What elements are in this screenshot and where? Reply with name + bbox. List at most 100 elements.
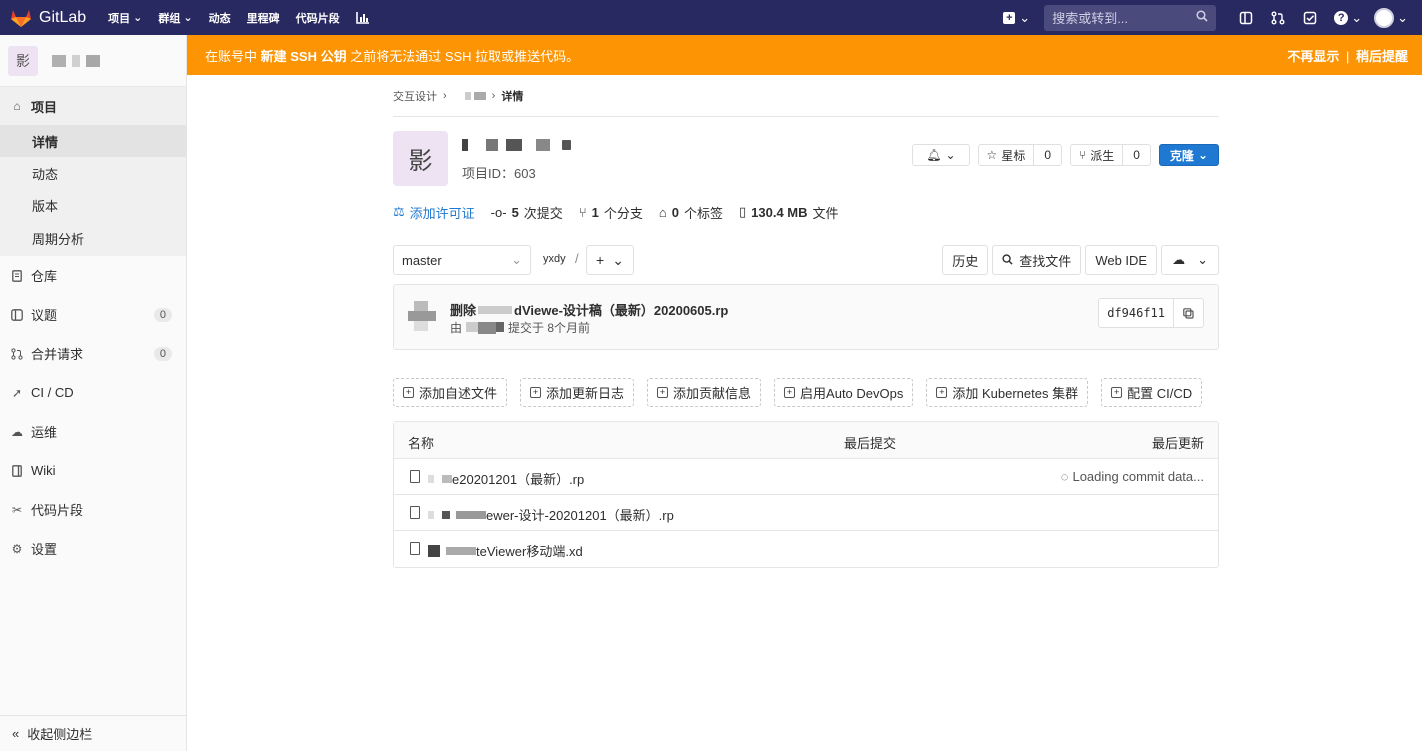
rocket-icon: ➚ xyxy=(11,385,23,400)
add-changelog-button[interactable]: + 添加更新日志 xyxy=(520,378,635,407)
chevron-down-icon: ⌄ xyxy=(1197,252,1208,267)
sidebar-item-settings[interactable]: ⚙ 设置 xyxy=(0,529,186,568)
plus-icon: + xyxy=(596,252,605,268)
alert-message: 在账号中 新建 SSH 公钥 之前将无法通过 SSH 拉取或推送代码。 xyxy=(205,46,579,65)
search-input[interactable]: 搜索或转到... xyxy=(1044,4,1217,31)
add-readme-button[interactable]: + 添加自述文件 xyxy=(393,378,508,407)
setup-ci-cd-button[interactable]: + 配置 CI/CD xyxy=(1101,378,1203,407)
scale-icon: ⚖ xyxy=(393,204,405,219)
commit-sha[interactable]: df946f11 xyxy=(1099,299,1173,327)
file-name-link[interactable]: e20201201（最新）.rp xyxy=(428,469,584,488)
table-row[interactable]: teViewer移动端.xd xyxy=(394,531,1218,567)
alert-actions: 不再显示 | 稍后提醒 xyxy=(1287,46,1408,65)
fork-button[interactable]: ⑂ 派生 0 xyxy=(1070,144,1151,166)
sidebar-item-label: 代码片段 xyxy=(31,503,84,518)
add-ssh-key-link[interactable]: 新建 SSH 公钥 xyxy=(261,49,347,64)
file-tree-table: 名称 最后提交 最后更新 e20201201（最新）.rp ◌ Loading c… xyxy=(393,421,1219,568)
commit-meta: 由 提交于 8个月前 xyxy=(450,319,590,336)
star-button[interactable]: ☆ 星标 0 xyxy=(977,144,1063,166)
breadcrumb-group[interactable]: 交互设计 xyxy=(393,88,437,104)
download-dropdown[interactable]: ☁ ⌄ xyxy=(1161,245,1219,275)
collapse-sidebar-button[interactable]: « 收起侧边栏 xyxy=(0,715,186,751)
branches-count: 1 xyxy=(591,204,599,220)
clone-dropdown[interactable]: 克隆 ⌄ xyxy=(1158,144,1219,166)
find-file-button[interactable]: 查找文件 xyxy=(992,245,1082,275)
commit-by-label: 由 xyxy=(450,321,463,335)
sidebar-subitem-activity[interactable]: 动态 xyxy=(0,157,186,189)
sidebar-item-label: 设置 xyxy=(31,542,58,557)
sidebar-item-repository[interactable]: 仓库 xyxy=(0,256,186,295)
nav-projects-label: 项目 xyxy=(108,12,131,25)
sidebar-subitem-cycle-analytics[interactable]: 周期分析 xyxy=(0,221,186,256)
clone-label: 克隆 xyxy=(1169,148,1194,163)
sidebar-toggle-icon[interactable] xyxy=(1238,10,1254,26)
path-root-link[interactable]: yxdy xyxy=(543,253,566,265)
doc-icon xyxy=(10,269,24,283)
sidebar-item-label: CI / CD xyxy=(31,385,74,400)
sidebar-item-label: 仓库 xyxy=(31,269,58,284)
fork-count[interactable]: 0 xyxy=(1122,145,1150,165)
web-ide-button[interactable]: Web IDE xyxy=(1085,245,1158,275)
dont-show-again-link[interactable]: 不再显示 xyxy=(1287,49,1339,64)
gitlab-logo[interactable]: GitLab xyxy=(10,8,86,28)
breadcrumb: 交互设计 › › 详情 xyxy=(393,75,1219,117)
chevron-down-icon: ⌄ xyxy=(511,252,522,267)
breadcrumb-project-redacted[interactable] xyxy=(464,91,486,100)
sidebar-item-ci-cd[interactable]: ➚ CI / CD xyxy=(0,373,186,412)
merge-icon xyxy=(10,347,24,361)
branch-selector[interactable]: master ⌄ xyxy=(393,245,531,275)
nav-projects[interactable]: 项目 ⌄ xyxy=(108,10,142,26)
sidebar-item-snippets[interactable]: ✂ 代码片段 xyxy=(0,490,186,529)
chevron-down-icon: ⌄ xyxy=(183,12,193,24)
help-menu[interactable]: ? ⌄ xyxy=(1334,10,1362,26)
issues-icon xyxy=(10,308,24,322)
commit-title[interactable]: 删除 dViewe-设计稿（最新）20200605.rp xyxy=(450,300,728,319)
sidebar-project-header[interactable]: 影 xyxy=(0,35,186,87)
add-to-tree-dropdown[interactable]: + ⌄ xyxy=(586,245,634,275)
remind-later-link[interactable]: 稍后提醒 xyxy=(1356,49,1408,64)
chevron-down-icon: ⌄ xyxy=(133,12,143,24)
quick-actions: + 添加自述文件 + 添加更新日志 + 添加贡献信息 + 启用Auto DevOps +… xyxy=(393,378,1219,407)
sidebar-section-project: ⌂ 项目 详情 动态 版本 周期分析 xyxy=(0,87,186,256)
gitlab-fox-icon xyxy=(11,9,31,27)
nav-snippets[interactable]: 代码片段 xyxy=(296,10,340,26)
star-icon: ☆ xyxy=(986,148,998,162)
plus-square-icon: + xyxy=(530,387,542,398)
new-item-button[interactable]: + ⌄ xyxy=(1003,10,1030,26)
merge-request-icon[interactable] xyxy=(1270,10,1286,26)
breadcrumb-current: 详情 xyxy=(501,90,524,103)
copy-icon[interactable] xyxy=(1173,299,1203,327)
sidebar-item-label: 议题 xyxy=(31,308,58,323)
sidebar-subitem-releases[interactable]: 版本 xyxy=(0,189,186,221)
file-name-link[interactable]: ewer-设计-20201201（最新）.rp xyxy=(428,505,674,524)
sidebar-item-merge-requests[interactable]: 合并请求 0 xyxy=(0,334,186,373)
download-cloud-icon: ☁ xyxy=(1172,252,1186,267)
book-icon xyxy=(10,464,24,478)
nav-groups[interactable]: 群组 ⌄ xyxy=(158,10,192,26)
nav-activity[interactable]: 动态 xyxy=(209,10,231,26)
tags-count: 0 xyxy=(671,204,679,220)
chart-icon[interactable] xyxy=(355,11,370,24)
commit-author-avatar-redacted[interactable] xyxy=(408,301,436,333)
enable-auto-devops-button[interactable]: + 启用Auto DevOps xyxy=(774,378,914,407)
user-menu[interactable]: ⌄ xyxy=(1374,7,1408,28)
commit-icon: -o- xyxy=(490,204,507,220)
file-name-link[interactable]: teViewer移动端.xd xyxy=(428,541,583,560)
sidebar-item-project[interactable]: ⌂ 项目 xyxy=(0,87,186,125)
commit-author-redacted[interactable] xyxy=(466,321,505,334)
sidebar-item-issues[interactable]: 议题 0 xyxy=(0,295,186,334)
star-count[interactable]: 0 xyxy=(1033,145,1061,165)
commit-title-post: dViewe-设计稿（最新）20200605.rp xyxy=(514,303,729,318)
table-row[interactable]: ewer-设计-20201201（最新）.rp xyxy=(394,495,1218,531)
todo-check-icon[interactable] xyxy=(1302,10,1318,26)
add-kubernetes-cluster-button[interactable]: + 添加 Kubernetes 集群 xyxy=(926,378,1089,407)
alert-text-post: 之前将无法通过 SSH 拉取或推送代码。 xyxy=(346,48,580,64)
nav-milestones[interactable]: 里程碑 xyxy=(247,10,280,26)
notification-dropdown[interactable]: 🔔︎ ⌄ xyxy=(912,144,970,166)
sidebar-subitem-details[interactable]: 详情 xyxy=(0,125,186,157)
add-contributing-button[interactable]: + 添加贡献信息 xyxy=(647,378,762,407)
sidebar-item-operations[interactable]: ☁ 运维 xyxy=(0,412,186,451)
history-button[interactable]: 历史 xyxy=(942,245,989,275)
sidebar-item-wiki[interactable]: Wiki xyxy=(0,451,186,490)
table-row[interactable]: e20201201（最新）.rp ◌ Loading commit data... xyxy=(394,459,1218,495)
